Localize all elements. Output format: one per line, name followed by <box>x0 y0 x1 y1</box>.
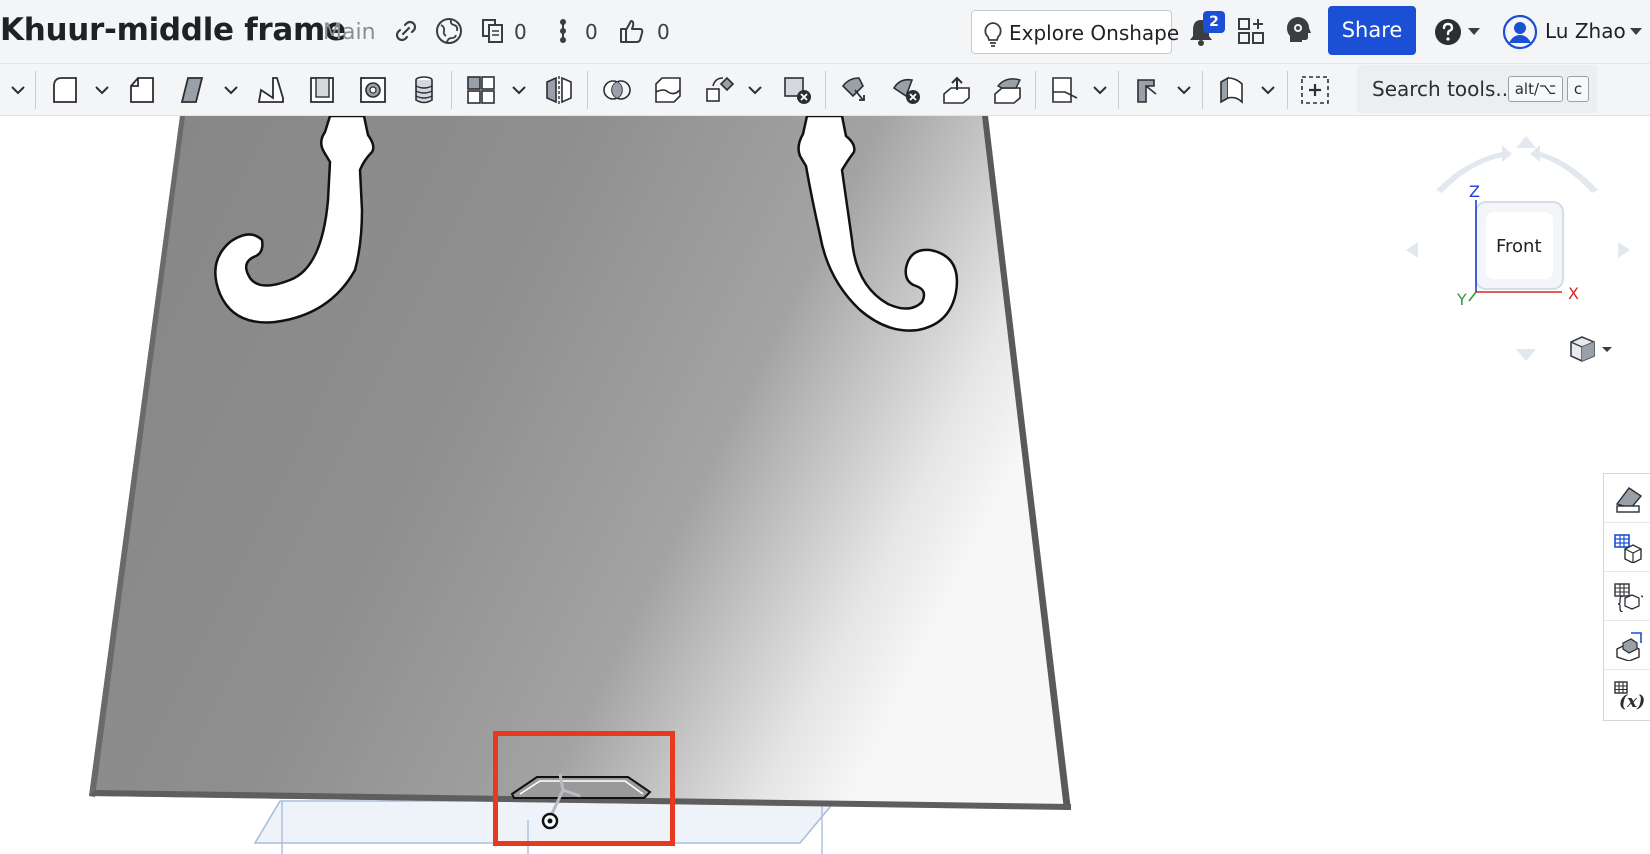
toolbar-divider <box>1118 71 1119 109</box>
shortcut-modifier-key: alt/⌥ <box>1508 76 1563 102</box>
search-tools-input[interactable]: Search tools... alt/⌥ c <box>1357 65 1597 113</box>
chevron-down-icon[interactable] <box>11 86 25 95</box>
explore-onshape-label: Explore Onshape <box>1009 21 1180 45</box>
shell-icon[interactable] <box>306 74 338 106</box>
view-down-arrow[interactable] <box>1516 349 1536 361</box>
axis-x-label: X <box>1568 284 1579 303</box>
appearance-panel-button[interactable] <box>1604 474 1650 523</box>
toolbar-divider <box>1287 71 1288 109</box>
bom-panel-button[interactable] <box>1604 523 1650 572</box>
assembly-view-panel-button[interactable] <box>1604 621 1650 670</box>
variables-icon <box>1614 583 1643 612</box>
search-tools-label: Search tools... <box>1372 77 1515 101</box>
delete-part-icon[interactable] <box>781 74 813 106</box>
transform-icon[interactable] <box>703 74 735 106</box>
boolean-icon[interactable] <box>601 74 633 106</box>
draft-icon[interactable] <box>178 74 210 106</box>
sheet-metal-icon[interactable] <box>1132 74 1164 106</box>
chevron-down-icon[interactable] <box>95 86 109 95</box>
surface-icon[interactable] <box>1216 74 1248 106</box>
branches-icon[interactable] <box>548 16 578 46</box>
rotate-right-arrow[interactable] <box>1530 145 1598 193</box>
hole-icon[interactable] <box>357 74 389 106</box>
bom-icon <box>1614 534 1642 563</box>
versions-icon[interactable] <box>478 16 508 46</box>
chevron-down-icon[interactable] <box>1261 86 1275 95</box>
app-store-icon[interactable] <box>1236 16 1266 46</box>
fillet-icon[interactable] <box>49 74 81 106</box>
view-up-arrow[interactable] <box>1516 136 1536 148</box>
learning-icon[interactable] <box>1284 16 1314 46</box>
add-custom-feature-icon[interactable] <box>1299 74 1331 106</box>
toolbar-divider <box>587 71 588 109</box>
highlight-box <box>493 731 675 846</box>
likes-count: 0 <box>657 20 670 44</box>
split-icon[interactable] <box>652 74 684 106</box>
plane-icon[interactable] <box>1049 74 1081 106</box>
chevron-down-icon[interactable] <box>224 86 238 95</box>
notifications-badge: 2 <box>1203 11 1225 33</box>
delete-face-icon[interactable] <box>890 74 922 106</box>
frame-plate[interactable] <box>89 116 1071 810</box>
branch-name[interactable]: Main <box>323 20 376 45</box>
toolbar-divider <box>825 71 826 109</box>
link-icon[interactable] <box>391 16 421 46</box>
custom-features-icon: (x) <box>1614 681 1645 710</box>
thumbs-up-icon[interactable] <box>617 16 647 46</box>
chevron-down-icon[interactable] <box>1602 347 1612 352</box>
assembly-view-icon <box>1616 632 1642 661</box>
explore-onshape-button[interactable]: Explore Onshape <box>971 10 1179 54</box>
mirror-icon[interactable] <box>543 74 575 106</box>
chevron-down-icon[interactable] <box>1093 86 1107 95</box>
axis-z-label: Z <box>1469 182 1480 201</box>
help-icon[interactable] <box>1433 17 1463 47</box>
feature-toolbar: Search tools... alt/⌥ c <box>0 64 1650 116</box>
move-face-icon[interactable] <box>941 74 973 106</box>
rib-icon[interactable] <box>255 74 287 106</box>
chevron-down-icon[interactable] <box>512 86 526 95</box>
share-button[interactable]: Share <box>1328 6 1416 55</box>
chamfer-icon[interactable] <box>126 74 158 106</box>
toolbar-divider <box>1035 71 1036 109</box>
linear-pattern-icon[interactable] <box>465 74 497 106</box>
versions-count: 0 <box>514 20 527 44</box>
avatar[interactable] <box>1502 14 1538 50</box>
toolbar-divider <box>1202 71 1203 109</box>
replace-face-icon[interactable] <box>992 74 1024 106</box>
chevron-down-icon[interactable] <box>1468 28 1480 36</box>
chevron-down-icon[interactable] <box>748 86 762 95</box>
axis-y-line <box>1468 291 1477 302</box>
view-left-arrow[interactable] <box>1406 242 1418 258</box>
top-bar: Khuur-middle frame Main 0 0 0 Explore On… <box>0 0 1650 64</box>
toolbar-divider <box>451 71 452 109</box>
view-right-arrow[interactable] <box>1618 242 1630 258</box>
right-side-panel: (x) <box>1603 473 1650 721</box>
user-name[interactable]: Lu Zhao <box>1545 19 1626 43</box>
globe-icon[interactable] <box>434 16 464 46</box>
view-options-cube-icon[interactable] <box>1568 334 1614 364</box>
chevron-down-icon[interactable] <box>1630 28 1642 36</box>
lightbulb-icon <box>984 22 1002 47</box>
branches-count: 0 <box>585 20 598 44</box>
custom-features-panel-button[interactable]: (x) <box>1604 670 1650 719</box>
variables-panel-button[interactable] <box>1604 572 1650 621</box>
document-title[interactable]: Khuur-middle frame <box>0 12 346 48</box>
svg-text:(x): (x) <box>1619 692 1645 710</box>
thread-icon[interactable] <box>408 74 440 106</box>
shortcut-letter-key: c <box>1567 76 1589 102</box>
view-cube-face-label[interactable]: Front <box>1496 236 1542 257</box>
toolbar-divider <box>35 71 36 109</box>
modify-fillet-icon[interactable] <box>839 74 871 106</box>
axis-y-label: Y <box>1457 290 1467 309</box>
appearance-icon <box>1615 487 1643 513</box>
chevron-down-icon[interactable] <box>1177 86 1191 95</box>
